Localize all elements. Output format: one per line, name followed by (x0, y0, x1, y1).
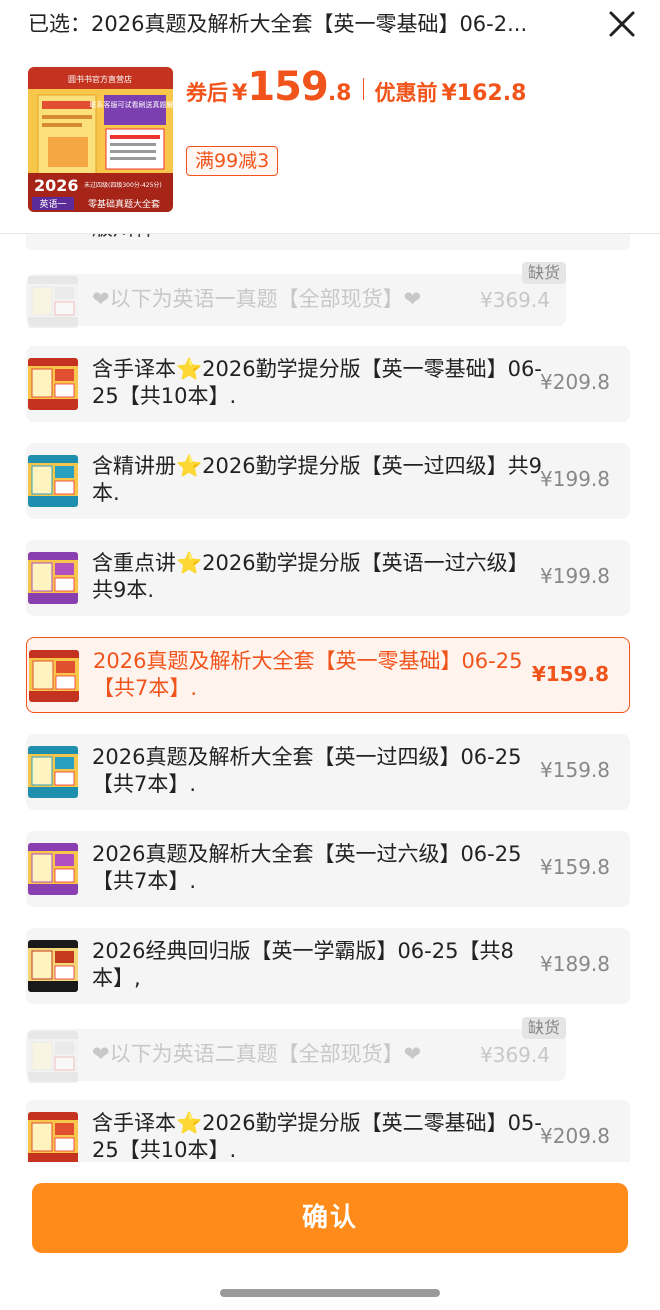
book-cover-icon (28, 1112, 78, 1162)
option-thumbnail (28, 358, 78, 410)
variant-option[interactable]: 2026经典回归版【英一学霸版】06-25【共8本】, ¥189.8 (26, 928, 630, 1004)
option-price: ¥369.4 (480, 288, 550, 312)
price-decimal: .8 (327, 81, 352, 106)
variant-option[interactable]: 含精讲册⭐2026勤学提分版【英一过四级】共9本. ¥199.8 (26, 443, 630, 519)
variant-option: ❤以下为英语二真题【全部现货】❤ ¥369.4 缺货 (26, 1017, 566, 1083)
variant-option[interactable]: 2026真题及解析大全套【英一过六级】06-25【共7本】. ¥159.8 (26, 831, 630, 907)
variant-option[interactable]: 含手译本⭐2026勤学提分版【英一零基础】06-25【共10本】. ¥209.8 (26, 346, 630, 422)
coupon-badge: 满99减3 (186, 146, 279, 176)
book-cover-icon (28, 455, 78, 507)
book-cover-icon (28, 843, 78, 895)
option-thumbnail (28, 276, 78, 328)
image-shop-name: 圆书书官方直营店 (68, 74, 132, 84)
product-image[interactable]: 圆书书官方直营店 联系客服可试看刷送真题解析 2026 未过四级(四级300分-… (28, 67, 173, 212)
close-button[interactable] (602, 4, 642, 44)
price-divider (363, 78, 365, 100)
book-cover-icon (28, 1031, 78, 1083)
book-cover-icon (29, 650, 79, 702)
before-discount-label: 优惠前 (374, 81, 438, 105)
option-price: ¥159.8 (540, 758, 610, 782)
home-indicator (220, 1289, 440, 1297)
option-thumbnail (28, 746, 78, 798)
currency-symbol: ¥ (232, 81, 248, 106)
variant-option[interactable]: 含手译本⭐2026勤学提分版【英二零基础】05-25【共10本】. ¥209.8 (26, 1100, 630, 1162)
option-name: ❤以下为英语二真题【全部现货】❤ (92, 1042, 422, 1066)
option-name: 含精讲册⭐2026勤学提分版【英一过四级】共9本. (92, 454, 542, 505)
product-cover-image: 圆书书官方直营店 联系客服可试看刷送真题解析 2026 未过四级(四级300分-… (28, 67, 173, 212)
book-cover-icon (28, 746, 78, 798)
price-integer: 159 (247, 64, 328, 110)
variant-option: ❤以下为英语一真题【全部现货】❤ ¥369.4 缺货 (26, 262, 566, 328)
close-x-icon (609, 11, 635, 37)
variant-option[interactable]: 2026真题及解析大全套【英一零基础】06-25【共7本】. ¥159.8 (26, 637, 630, 713)
option-thumbnail (28, 455, 78, 507)
option-name: 含重点讲⭐2026勤学提分版【英语一过六级】共9本. (92, 551, 529, 602)
option-price: ¥159.8 (540, 855, 610, 879)
option-thumbnail (28, 552, 78, 604)
variant-option[interactable]: 含重点讲⭐2026勤学提分版【英语一过六级】共9本. ¥199.8 (26, 540, 630, 616)
option-thumbnail (28, 1112, 78, 1162)
image-level-text: 未过四级(四级300分-425分) (84, 181, 162, 189)
option-price: ¥199.8 (540, 564, 610, 588)
product-summary: 圆书书官方直营店 联系客服可试看刷送真题解析 2026 未过四级(四级300分-… (0, 50, 660, 234)
option-thumbnail (29, 650, 79, 702)
book-cover-icon (28, 552, 78, 604)
option-thumbnail (28, 1031, 78, 1083)
out-of-stock-badge: 缺货 (521, 1017, 566, 1039)
option-name: 2026真题及解析大全套【英一过六级】06-25【共7本】. (92, 842, 522, 893)
option-price: ¥209.8 (540, 1124, 610, 1148)
image-series: 零基础真题大全套 (88, 198, 160, 210)
image-banner-text: 联系客服可试看刷送真题解析 (90, 100, 174, 109)
option-thumbnail (28, 940, 78, 992)
option-price: ¥189.8 (540, 952, 610, 976)
option-name: ❤以下为英语一真题【全部现货】❤ (92, 287, 422, 311)
option-name: 2026真题及解析大全套【英一零基础】06-25【共7本】. (93, 649, 523, 700)
option-price: ¥369.4 (480, 1043, 550, 1067)
option-name: 2026真题及解析大全套【英一过四级】06-25【共7本】. (92, 745, 522, 796)
image-subject: 英语一 (39, 198, 66, 210)
partial-option-text: 版川杆 (92, 234, 155, 242)
partial-option-row[interactable]: 版川杆 (26, 234, 630, 250)
title-bar: 已选：2026真题及解析大全套【英一零基础】06-2... (0, 0, 660, 50)
option-name: 含手译本⭐2026勤学提分版【英二零基础】05-25【共10本】. (92, 1111, 542, 1162)
price-row: 券后 ¥ 159 .8 优惠前 ¥162.8 (186, 64, 526, 114)
option-price: ¥159.8 (531, 662, 609, 686)
book-cover-icon (28, 276, 78, 328)
option-name: 含手译本⭐2026勤学提分版【英一零基础】06-25【共10本】. (92, 357, 542, 408)
option-price: ¥199.8 (540, 467, 610, 491)
confirm-button[interactable]: 确认 (32, 1183, 628, 1253)
option-name: 2026经典回归版【英一学霸版】06-25【共8本】, (92, 939, 514, 990)
out-of-stock-badge: 缺货 (521, 262, 566, 284)
variant-option[interactable]: 2026真题及解析大全套【英一过四级】06-25【共7本】. ¥159.8 (26, 734, 630, 810)
after-coupon-label: 券后 (186, 81, 228, 105)
book-cover-icon (28, 940, 78, 992)
variant-options-list[interactable]: 版川杆 ❤以下为英语一真题【全部现货】❤¥369.4缺货含手译本⭐2026勤学提… (0, 234, 660, 1162)
book-cover-icon (28, 358, 78, 410)
image-year: 2026 (34, 176, 79, 195)
selected-variant-text: 已选：2026真题及解析大全套【英一零基础】06-2... (28, 12, 528, 36)
option-price: ¥209.8 (540, 370, 610, 394)
before-discount-price: ¥162.8 (441, 81, 527, 106)
option-thumbnail (28, 843, 78, 895)
